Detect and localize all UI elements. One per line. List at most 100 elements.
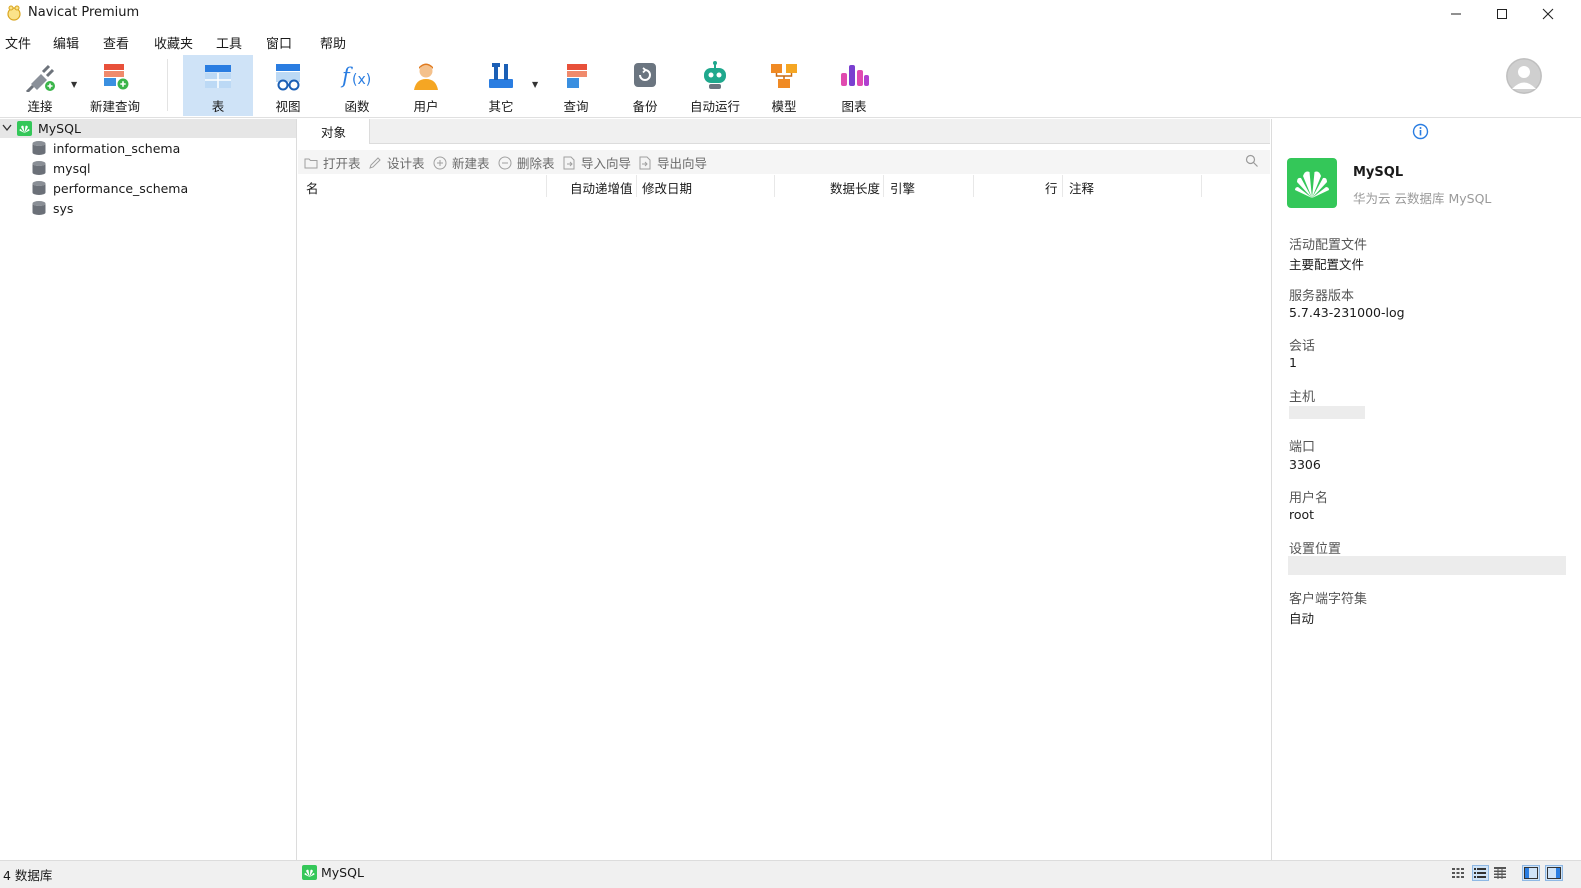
column-data-length[interactable]: 数据长度 (830, 178, 880, 197)
new-query-icon (104, 64, 129, 90)
menu-bar: 文件 编辑 查看 收藏夹 工具 窗口 帮助 (0, 29, 1581, 53)
view-button[interactable]: 视图 (262, 55, 314, 116)
tab-objects[interactable]: 对象 (298, 119, 370, 144)
other-label: 其它 (488, 99, 514, 114)
import-wizard-label: 导入向导 (581, 156, 632, 171)
chart-button[interactable]: 图表 (828, 55, 880, 116)
column-divider[interactable] (883, 175, 884, 197)
column-auto-increment[interactable]: 自动递增值 (570, 178, 633, 197)
other-button[interactable]: 其它 (475, 55, 527, 116)
menu-help[interactable]: 帮助 (320, 33, 346, 52)
model-button[interactable]: 模型 (758, 55, 810, 116)
design-table-label: 设计表 (387, 156, 425, 171)
column-divider[interactable] (636, 175, 637, 197)
model-icon (771, 64, 797, 88)
new-table-button[interactable]: 新建表 (433, 153, 490, 172)
menu-edit[interactable]: 编辑 (53, 33, 79, 52)
info-value-profile: 主要配置文件 (1289, 257, 1365, 272)
list-view-icon[interactable] (1472, 865, 1489, 881)
user-button[interactable]: 用户 (400, 55, 452, 116)
export-wizard-button[interactable]: 导出向导 (638, 153, 707, 172)
minimize-button[interactable] (1433, 0, 1479, 28)
chart-label: 图表 (841, 99, 867, 114)
other-dropdown-icon[interactable]: ▼ (532, 80, 538, 89)
avatar[interactable] (1506, 58, 1542, 94)
database-label: information_schema (53, 140, 181, 156)
new-query-label: 新建查询 (89, 99, 140, 114)
query-label: 查询 (563, 99, 589, 114)
tree-connection-row[interactable]: MySQL (0, 119, 296, 138)
column-engine[interactable]: 引擎 (890, 178, 915, 197)
tree-database-item[interactable]: sys (31, 198, 73, 218)
tree-connection-label: MySQL (38, 121, 81, 136)
open-table-button[interactable]: 打开表 (304, 153, 361, 172)
new-query-button[interactable]: 新建查询 (86, 55, 144, 116)
tree-database-item[interactable]: mysql (31, 158, 91, 178)
open-table-label: 打开表 (323, 156, 361, 171)
user-avatar-icon (1506, 58, 1542, 94)
database-icon (32, 141, 46, 155)
svg-text:(x): (x) (352, 72, 371, 88)
huawei-logo-icon (1287, 158, 1337, 208)
maximize-icon (1497, 9, 1507, 19)
export-icon (639, 156, 651, 169)
export-wizard-label: 导出向导 (657, 156, 708, 171)
info-label-settings-location: 设置位置 (1289, 542, 1342, 557)
column-divider[interactable] (546, 175, 547, 197)
column-rows[interactable]: 行 (1045, 178, 1058, 197)
huawei-connection-icon (17, 121, 32, 139)
status-connection: MySQL (321, 865, 364, 880)
design-table-button[interactable]: 设计表 (368, 153, 425, 172)
menu-favorites[interactable]: 收藏夹 (154, 33, 193, 52)
table-column-header: 名 自动递增值 修改日期 数据长度 引擎 行 注释 (298, 175, 1270, 197)
info-label-port: 端口 (1289, 440, 1316, 455)
menu-window[interactable]: 窗口 (266, 33, 292, 52)
table-icon (205, 65, 231, 88)
toggle-info-panel-icon[interactable] (1545, 865, 1563, 881)
column-divider[interactable] (973, 175, 974, 197)
tree-database-item[interactable]: performance_schema (31, 178, 188, 198)
info-value-server-version: 5.7.43-231000-log (1289, 305, 1405, 320)
connect-dropdown-icon[interactable]: ▼ (71, 80, 77, 89)
tree-database-item[interactable]: information_schema (31, 138, 180, 158)
info-connection-name: MySQL (1353, 165, 1404, 180)
delete-table-button[interactable]: 删除表 (498, 153, 555, 172)
database-label: mysql (53, 160, 91, 176)
connect-label: 连接 (27, 99, 53, 114)
menu-tools[interactable]: 工具 (216, 33, 242, 52)
maximize-button[interactable] (1479, 0, 1525, 28)
automation-button[interactable]: 自动运行 (686, 55, 744, 116)
grid-view-icon[interactable] (1451, 866, 1465, 883)
query-button[interactable]: 查询 (550, 55, 602, 116)
close-icon (1542, 8, 1554, 20)
menu-file[interactable]: 文件 (5, 33, 31, 52)
info-value-host-redacted (1289, 406, 1365, 419)
robot-icon (704, 61, 726, 89)
menu-view[interactable]: 查看 (103, 33, 129, 52)
column-comment[interactable]: 注释 (1069, 178, 1094, 197)
column-modified-date[interactable]: 修改日期 (642, 178, 692, 197)
database-icon (32, 181, 46, 195)
column-divider[interactable] (1201, 175, 1202, 197)
close-button[interactable] (1525, 0, 1571, 28)
navicat-logo-icon (7, 5, 21, 21)
import-wizard-button[interactable]: 导入向导 (562, 153, 631, 172)
model-label: 模型 (771, 99, 797, 114)
backup-button[interactable]: 备份 (619, 55, 671, 116)
function-label: 函数 (344, 99, 370, 114)
info-label-client-charset: 客户端字符集 (1289, 592, 1368, 607)
info-label-server-version: 服务器版本 (1289, 289, 1355, 304)
column-divider[interactable] (1062, 175, 1063, 197)
toggle-sidebar-icon[interactable] (1522, 865, 1540, 881)
search-icon[interactable] (1245, 154, 1259, 171)
detail-view-icon[interactable] (1493, 866, 1507, 883)
column-name[interactable]: 名 (306, 178, 319, 197)
column-divider[interactable] (774, 175, 775, 197)
user-icon (414, 63, 438, 90)
table-button[interactable]: 表 (183, 55, 253, 116)
info-icon[interactable] (1412, 123, 1429, 143)
chevron-down-icon[interactable] (2, 121, 12, 138)
connect-button[interactable]: 连接 (14, 55, 66, 116)
backup-label: 备份 (632, 99, 658, 114)
function-button[interactable]: f (x) 函数 (331, 55, 383, 116)
